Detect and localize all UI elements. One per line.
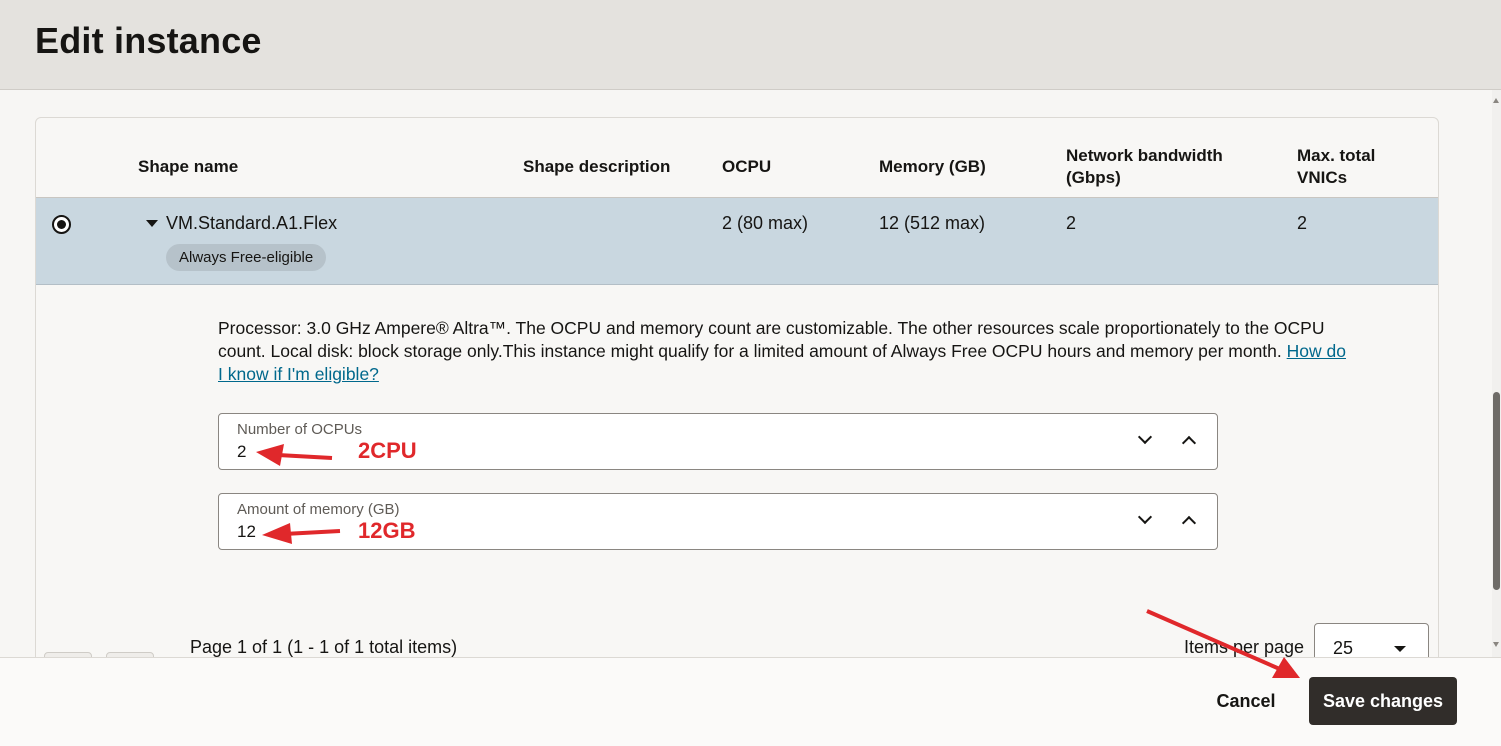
panel-footer: Cancel Save changes bbox=[0, 657, 1501, 746]
max-vnics-cell: 2 bbox=[1297, 213, 1308, 233]
ocpu-field-label: Number of OCPUs bbox=[237, 421, 363, 438]
ocpu-field-value[interactable]: 2 bbox=[237, 442, 246, 462]
column-header-memory[interactable]: Memory (GB) bbox=[879, 156, 986, 178]
ocpu-cell: 2 (80 max) bbox=[722, 213, 809, 233]
caret-down-icon bbox=[1394, 646, 1406, 652]
cancel-button[interactable]: Cancel bbox=[1198, 678, 1294, 724]
annotation-ocpu: 2CPU bbox=[358, 438, 417, 463]
chevron-up-icon[interactable] bbox=[1181, 435, 1197, 451]
column-header-network-bandwidth[interactable]: Network bandwidth (Gbps) bbox=[1066, 145, 1246, 189]
memory-field-label: Amount of memory (GB) bbox=[237, 501, 400, 518]
memory-cell: 12 (512 max) bbox=[879, 213, 986, 233]
scroll-thumb[interactable] bbox=[1493, 392, 1500, 590]
pagination-info: Page 1 of 1 (1 - 1 of 1 total items) bbox=[190, 637, 458, 657]
annotation-memory: 12GB bbox=[358, 518, 416, 543]
column-header-shape-description[interactable]: Shape description bbox=[523, 156, 670, 178]
shape-table-card: Shape name Shape description OCPU Memory… bbox=[35, 117, 1439, 657]
content-scrollbar[interactable] bbox=[1492, 90, 1501, 657]
items-per-page-select[interactable]: 25 bbox=[1314, 623, 1429, 657]
always-free-badge: Always Free-eligible bbox=[166, 244, 327, 271]
chevron-down-icon[interactable] bbox=[1137, 429, 1153, 445]
radio-selected-icon[interactable] bbox=[52, 215, 71, 234]
shape-name-cell: VM.Standard.A1.Flex bbox=[166, 213, 338, 233]
scroll-down-icon[interactable] bbox=[1493, 642, 1499, 647]
page-title: Edit instance bbox=[35, 20, 262, 61]
scroll-up-icon[interactable] bbox=[1493, 98, 1499, 103]
items-per-page-label: Items per page bbox=[1184, 637, 1305, 657]
chevron-down-icon[interactable] bbox=[1137, 509, 1153, 525]
table-row[interactable]: VM.Standard.A1.Flex Always Free-eligible… bbox=[36, 198, 1438, 285]
table-header: Shape name Shape description OCPU Memory… bbox=[36, 118, 1438, 198]
network-bandwidth-cell: 2 bbox=[1066, 213, 1077, 233]
description-body: Processor: 3.0 GHz Ampere® Altra™. The O… bbox=[218, 318, 1325, 361]
chevron-up-icon[interactable] bbox=[1181, 515, 1197, 531]
column-header-ocpu[interactable]: OCPU bbox=[722, 156, 771, 178]
memory-field-value[interactable]: 12 bbox=[237, 522, 256, 542]
shape-description-text: Processor: 3.0 GHz Ampere® Altra™. The O… bbox=[218, 317, 1348, 386]
save-changes-button[interactable]: Save changes bbox=[1309, 677, 1457, 725]
column-header-max-vnics[interactable]: Max. total VNICs bbox=[1297, 145, 1407, 189]
items-per-page-value: 25 bbox=[1333, 638, 1354, 657]
caret-down-icon[interactable] bbox=[146, 220, 158, 227]
column-header-shape-name[interactable]: Shape name bbox=[138, 156, 238, 178]
panel-header: Edit instance bbox=[0, 0, 1501, 90]
panel-content: Shape name Shape description OCPU Memory… bbox=[0, 90, 1492, 657]
